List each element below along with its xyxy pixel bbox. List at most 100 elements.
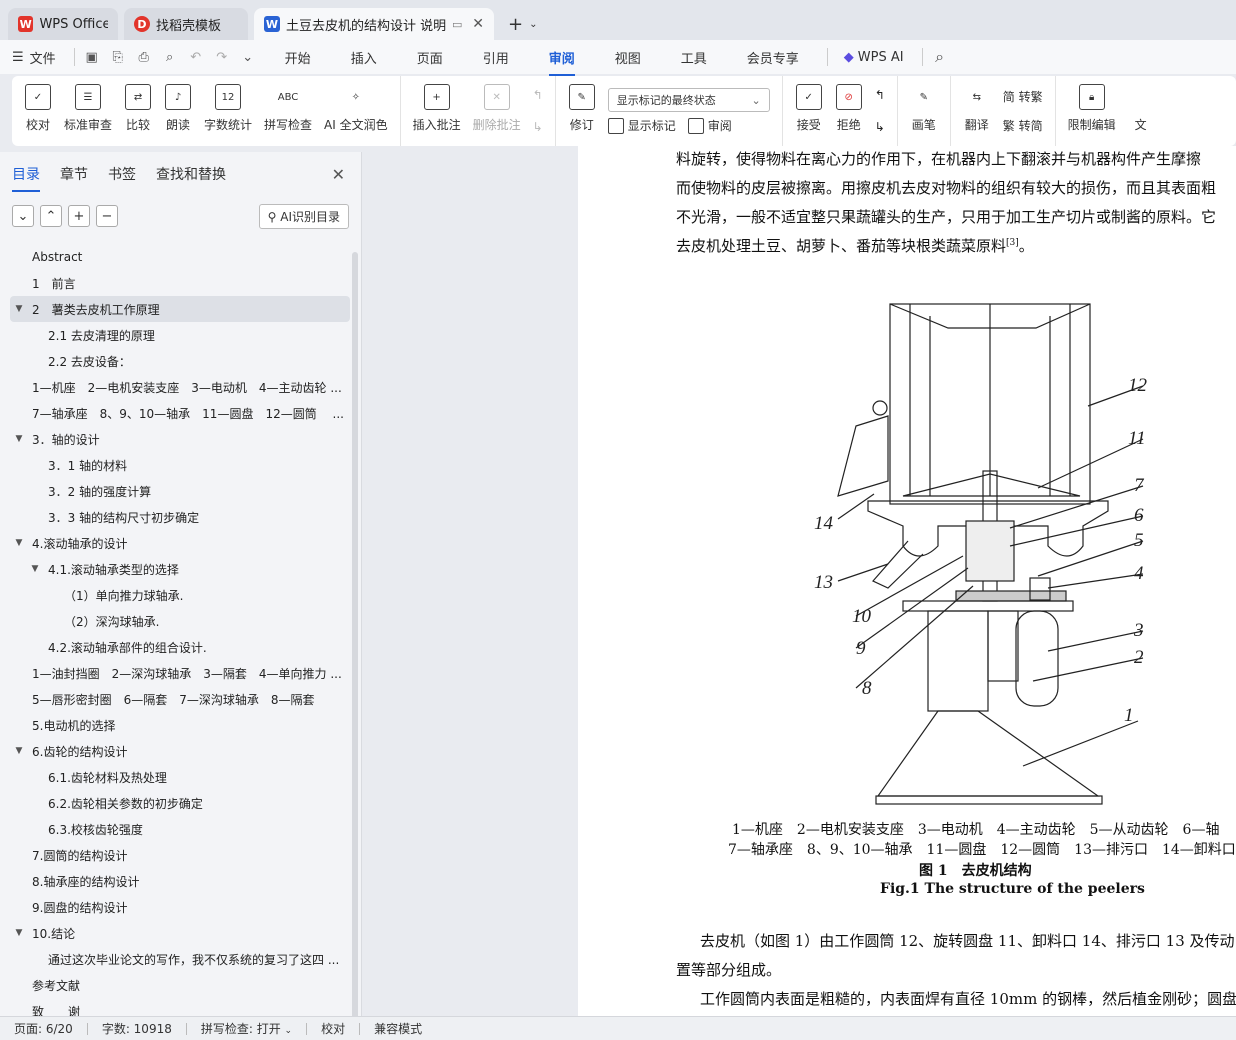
document-rights-button[interactable]: 文 <box>1122 80 1160 142</box>
search-icon[interactable]: ⌕ <box>931 47 949 66</box>
word-count-button[interactable]: 12 字数统计 <box>198 80 258 142</box>
tab-toc[interactable]: 目录 <box>12 164 40 192</box>
undo-icon[interactable]: ↶ <box>187 48 205 66</box>
toc-item[interactable]: 致 谢 <box>0 998 352 1017</box>
toc-item[interactable]: 6.3.校核齿轮强度 <box>0 816 352 842</box>
toc-item[interactable]: 6.1.齿轮材料及热处理 <box>0 764 352 790</box>
remove-heading-icon[interactable]: − <box>96 205 118 227</box>
compare-button[interactable]: ⇄ 比较 <box>118 80 158 142</box>
toc-item[interactable]: ▼ 3．轴的设计 <box>0 426 352 452</box>
tab-bookmarks[interactable]: 书签 <box>108 164 136 184</box>
toc-item[interactable]: 3．3 轴的结构尺寸初步确定 <box>0 504 352 530</box>
toc-item[interactable]: 7.圆筒的结构设计 <box>0 842 352 868</box>
collapse-up-icon[interactable]: ⌃ <box>40 205 62 227</box>
tab-document[interactable]: W 土豆去皮机的结构设计 说明书 ▭ ✕ <box>254 8 494 40</box>
toc-scrollbar[interactable] <box>352 252 358 1022</box>
proof-indicator[interactable]: 校对 <box>321 1020 345 1037</box>
expand-caret-icon[interactable]: ▼ <box>12 928 26 938</box>
next-change-icon[interactable]: ↳ <box>875 120 885 134</box>
toc-item[interactable]: 5—唇形密封圈 6—隔套 7—深沟球轴承 8—隔套 <box>0 686 352 712</box>
tab-wps-office[interactable]: W WPS Office <box>8 8 118 40</box>
tab-page[interactable]: 页面 <box>417 48 443 67</box>
tab-review[interactable]: 审阅 <box>548 48 575 76</box>
toc-item[interactable]: 通过这次毕业论文的写作，我不仅系统的复习了这四 ... <box>0 946 352 972</box>
redo-icon[interactable]: ↷ <box>213 48 231 66</box>
toc-item[interactable]: 8.轴承座的结构设计 <box>0 868 352 894</box>
expand-caret-icon[interactable]: ▼ <box>28 564 42 574</box>
export-icon[interactable]: ⎘ <box>109 48 127 66</box>
toc-item[interactable]: ▼ 4.滚动轴承的设计 <box>0 530 352 556</box>
toc-item[interactable]: 3．1 轴的材料 <box>0 452 352 478</box>
toc-item[interactable]: ▼ 10.结论 <box>0 920 352 946</box>
toc-item[interactable]: ▼ 2 薯类去皮机工作原理 <box>10 296 350 322</box>
file-menu[interactable]: ☰ 文件 <box>12 48 56 67</box>
toc-item[interactable]: 1—油封挡圈 2—深沟球轴承 3—隔套 4—单向推力 ... <box>0 660 352 686</box>
toc-item[interactable]: 5.电动机的选择 <box>0 712 352 738</box>
tab-chapters[interactable]: 章节 <box>60 164 88 184</box>
standard-review-button[interactable]: ☰ 标准审查 <box>58 80 118 142</box>
delete-comment-button[interactable]: ✕ 删除批注 <box>467 80 527 142</box>
translate-button[interactable]: ⇆ 翻译 <box>957 80 997 142</box>
expand-caret-icon[interactable]: ▼ <box>12 434 26 444</box>
document-page[interactable]: 料旋转，使得物料在离心力的作用下，在机器内上下翻滚并与机器构件产生摩擦 而使物料… <box>578 146 1236 1016</box>
proofread-button[interactable]: ✓ 校对 <box>18 80 58 142</box>
page-indicator[interactable]: 页面: 6/20 <box>14 1020 73 1037</box>
expand-down-icon[interactable]: ⌄ <box>12 205 34 227</box>
toc-item[interactable]: 参考文献 <box>0 972 352 998</box>
ai-toc-button[interactable]: ⚲ AI识别目录 <box>258 203 349 229</box>
toc-item[interactable]: （1）单向推力球轴承. <box>0 582 352 608</box>
reject-button[interactable]: ⊘ 拒绝 <box>829 80 869 142</box>
toc-item[interactable]: 2.1 去皮清理的原理 <box>0 322 352 348</box>
toc-item[interactable]: 2.2 去皮设备： <box>0 348 352 374</box>
tab-home[interactable]: 开始 <box>285 48 311 67</box>
expand-caret-icon[interactable]: ▼ <box>12 746 26 756</box>
toc-item[interactable]: 1 前言 <box>0 270 352 296</box>
show-markup-button[interactable]: 显示标记 <box>607 117 676 134</box>
ai-polish-button[interactable]: ✧ AI 全文润色 <box>318 80 394 142</box>
toc-item[interactable]: ▼ 4.1.滚动轴承类型的选择 <box>0 556 352 582</box>
toc-item[interactable]: Abstract <box>0 244 352 270</box>
review-pane-button[interactable]: 审阅 <box>687 117 732 134</box>
ink-button[interactable]: ✎ 画笔 <box>904 80 944 142</box>
close-pane-icon[interactable]: ✕ <box>332 165 345 184</box>
print-icon[interactable]: ⎙ <box>135 48 153 66</box>
spell-check-indicator[interactable]: 拼写检查: 打开 ⌄ <box>201 1020 292 1037</box>
monitor-icon[interactable]: ▭ <box>452 18 462 31</box>
add-heading-icon[interactable]: + <box>68 205 90 227</box>
word-count-indicator[interactable]: 字数: 10918 <box>102 1020 172 1037</box>
to-traditional-button[interactable]: 简 转繁 <box>1003 88 1043 105</box>
tab-docer-templates[interactable]: D 找稻壳模板 <box>124 8 248 40</box>
tab-view[interactable]: 视图 <box>615 48 641 67</box>
tab-insert[interactable]: 插入 <box>351 48 377 67</box>
previous-change-icon[interactable]: ↰ <box>875 88 885 102</box>
tab-references[interactable]: 引用 <box>483 48 509 67</box>
markup-state-dropdown[interactable]: 显示标记的最终状态 ⌄ <box>607 88 770 112</box>
toc-item[interactable]: ▼ 6.齿轮的结构设计 <box>0 738 352 764</box>
tab-member[interactable]: 会员专享 <box>747 48 799 67</box>
tab-find-replace[interactable]: 查找和替换 <box>156 164 226 184</box>
chevron-down-icon[interactable]: ⌄ <box>529 19 537 30</box>
spell-check-button[interactable]: ABC 拼写检查 <box>258 80 318 142</box>
toc-item[interactable]: 3．2 轴的强度计算 <box>0 478 352 504</box>
save-icon[interactable]: ▣ <box>83 48 101 66</box>
tab-tools[interactable]: 工具 <box>681 48 707 67</box>
toc-item[interactable]: 6.2.齿轮相关参数的初步确定 <box>0 790 352 816</box>
close-icon[interactable]: ✕ <box>472 16 484 32</box>
read-aloud-button[interactable]: ♪ 朗读 <box>158 80 198 142</box>
previous-comment-icon[interactable]: ↰ <box>533 88 543 102</box>
to-simplified-button[interactable]: 繁 转简 <box>1003 117 1043 134</box>
print-preview-icon[interactable]: ⌕ <box>161 48 179 66</box>
track-changes-button[interactable]: ✎ 修订 <box>562 80 602 142</box>
toc-item[interactable]: 7—轴承座 8、9、10—轴承 11—圆盘 12—圆筒 ... <box>0 400 352 426</box>
expand-caret-icon[interactable]: ▼ <box>12 304 26 314</box>
expand-caret-icon[interactable]: ▼ <box>12 538 26 548</box>
next-comment-icon[interactable]: ↳ <box>533 120 543 134</box>
wps-ai-button[interactable]: ◆ WPS AI <box>844 50 904 65</box>
more-chevron-icon[interactable]: ⌄ <box>239 48 257 66</box>
toc-item[interactable]: 4.2.滚动轴承部件的组合设计. <box>0 634 352 660</box>
insert-comment-button[interactable]: + 插入批注 <box>407 80 467 142</box>
new-tab-button[interactable]: + ⌄ <box>500 8 545 40</box>
toc-item[interactable]: 1—机座 2—电机安装支座 3—电动机 4—主动齿轮 ... <box>0 374 352 400</box>
toc-item[interactable]: 9.圆盘的结构设计 <box>0 894 352 920</box>
toc-item[interactable]: （2）深沟球轴承. <box>0 608 352 634</box>
